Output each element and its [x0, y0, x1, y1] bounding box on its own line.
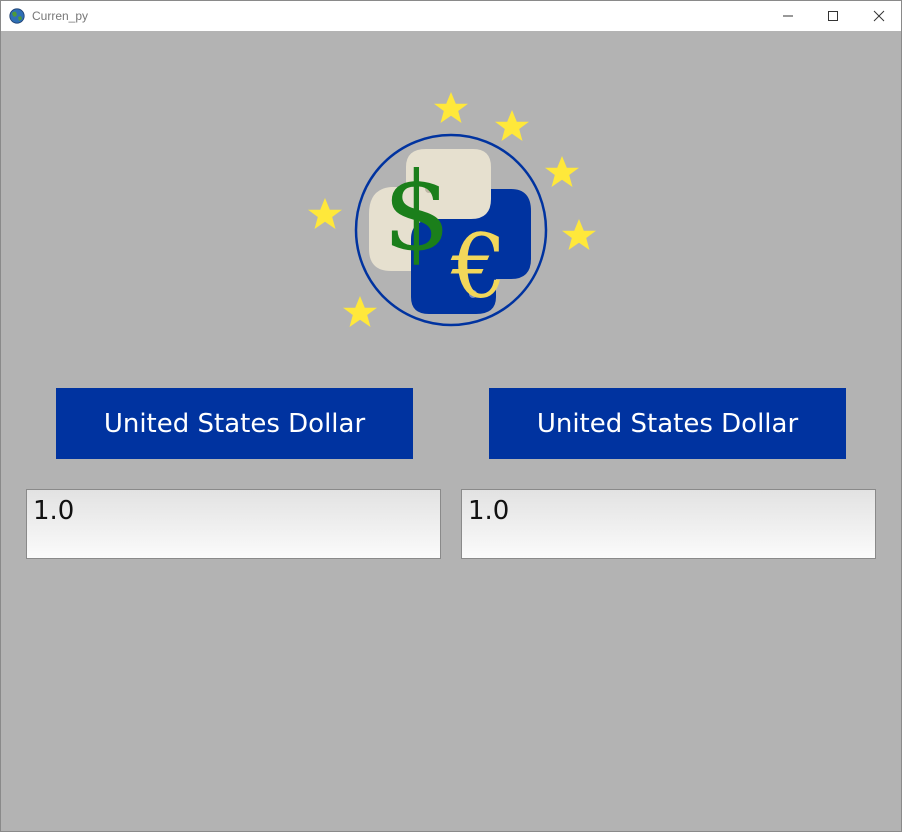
maximize-button[interactable]: [810, 1, 856, 31]
minimize-icon: [783, 15, 793, 17]
python-currency-logo-icon: $ €: [308, 92, 596, 327]
euro-symbol: €: [450, 215, 507, 318]
app-content: $ € United States Dollar United States D…: [1, 31, 901, 831]
star-icon: [308, 198, 342, 229]
star-icon: [495, 110, 529, 141]
from-currency-button[interactable]: United States Dollar: [56, 388, 413, 459]
window-title: Curren_py: [32, 9, 89, 23]
from-amount-input[interactable]: 1.0: [26, 489, 441, 559]
globe-icon: [9, 8, 25, 24]
minimize-button[interactable]: [765, 1, 811, 31]
close-button[interactable]: [856, 1, 902, 31]
title-bar[interactable]: Curren_py: [1, 1, 901, 31]
dollar-symbol: $: [383, 150, 452, 275]
star-icon: [545, 156, 579, 187]
from-currency-label: United States Dollar: [103, 408, 366, 439]
to-currency-label: United States Dollar: [536, 408, 799, 439]
star-icon: [343, 296, 377, 327]
star-icon: [562, 219, 596, 250]
to-amount-input[interactable]: 1.0: [461, 489, 876, 559]
maximize-icon: [828, 11, 838, 21]
close-icon: [873, 10, 885, 22]
star-icon: [434, 92, 468, 123]
to-currency-button[interactable]: United States Dollar: [489, 388, 846, 459]
app-window: Curren_py $ € United States Dollar Unite…: [0, 0, 902, 832]
